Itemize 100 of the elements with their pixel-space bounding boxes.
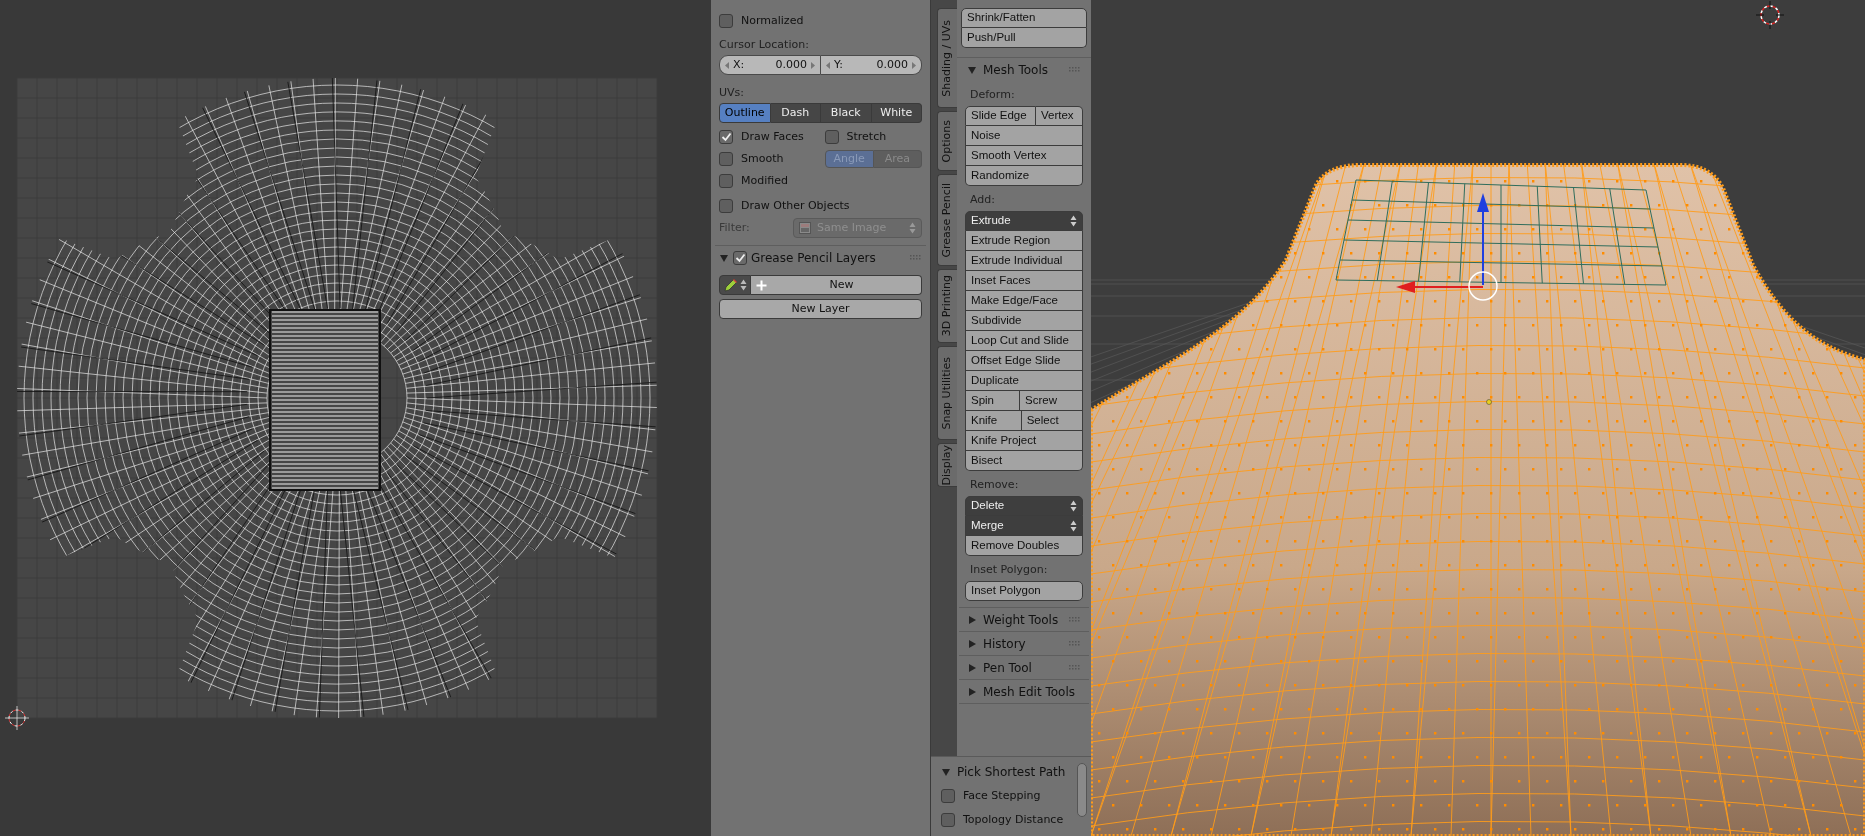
field-value: 0.000	[774, 56, 807, 73]
tool-button[interactable]: Spin	[965, 391, 1021, 411]
uv-display-option[interactable]: White	[871, 103, 922, 123]
tool-button[interactable]: Make Edge/Face	[965, 291, 1083, 311]
sidebar-tab[interactable]: 3D Printing	[937, 269, 957, 343]
checkbox-label: Draw Other Objects	[741, 197, 850, 214]
right-arrow-icon	[912, 61, 916, 69]
checkbox-label: Draw Faces	[741, 128, 804, 145]
dropdown-button[interactable]: Delete	[965, 496, 1083, 516]
left-arrow-icon	[826, 61, 830, 69]
tool-button[interactable]: Remove Doubles	[965, 536, 1083, 556]
pencil-icon	[723, 278, 738, 292]
expand-triangle-icon[interactable]	[967, 614, 977, 625]
collapse-triangle-icon[interactable]	[967, 64, 977, 75]
checkbox[interactable]	[719, 14, 733, 28]
tool-button[interactable]: Randomize	[965, 166, 1083, 186]
collapse-triangle-icon[interactable]	[719, 253, 729, 263]
tool-button[interactable]: Push/Pull	[961, 28, 1087, 48]
checkbox-label: Normalized	[741, 12, 804, 29]
tool-button[interactable]: Shrink/Fatten	[961, 8, 1087, 28]
checkbox[interactable]	[719, 130, 733, 144]
checkbox[interactable]	[941, 813, 955, 827]
section-label: Cursor Location:	[719, 37, 810, 53]
tool-button[interactable]: Extrude Region	[965, 231, 1083, 251]
tool-button[interactable]: Subdivide	[965, 311, 1083, 331]
panel-title: History	[983, 635, 1027, 653]
number-field[interactable]: X: 0.000	[719, 55, 821, 75]
checkbox[interactable]	[941, 789, 955, 803]
drag-handle-icon	[910, 255, 922, 261]
left-arrow-icon	[725, 61, 729, 69]
drag-handle-icon	[1069, 616, 1081, 623]
number-field[interactable]: Y: 0.000	[821, 55, 922, 75]
sidebar-tab[interactable]: Display	[937, 443, 957, 487]
uv-display-option[interactable]: Dash	[770, 103, 821, 123]
panel-title: Pick Shortest Path	[957, 764, 1066, 781]
new-layer-button[interactable]: New Layer	[719, 299, 922, 319]
section-label: Deform:	[969, 87, 1016, 103]
checkbox[interactable]	[719, 199, 733, 213]
checkbox-label: Smooth	[741, 150, 784, 167]
tool-button[interactable]: Knife Project	[965, 431, 1083, 451]
dropdown-button[interactable]: Extrude	[965, 211, 1083, 231]
tool-button[interactable]: Knife	[965, 411, 1022, 431]
sidebar-tab[interactable]: Snap Utilities	[937, 346, 957, 440]
checkbox-label: Modified	[741, 172, 788, 189]
checkbox[interactable]	[719, 152, 733, 166]
expand-triangle-icon[interactable]	[967, 662, 977, 673]
tool-button[interactable]: Slide Edge	[965, 106, 1036, 126]
tool-button[interactable]: Extrude Individual	[965, 251, 1083, 271]
tool-button[interactable]: Select	[1021, 411, 1083, 431]
tool-button[interactable]: Smooth Vertex	[965, 146, 1083, 166]
checkbox-label: Face Stepping	[963, 787, 1041, 804]
section-label: Remove:	[969, 477, 1020, 493]
expand-triangle-icon[interactable]	[967, 638, 977, 649]
panel-title: Mesh Tools	[983, 61, 1049, 79]
section-label: Inset Polygon:	[969, 562, 1049, 578]
up-down-arrows-icon	[909, 222, 916, 234]
panel-title: Pen Tool	[983, 659, 1033, 677]
pencil-dropdown[interactable]	[719, 275, 751, 295]
up-down-arrows-icon	[1070, 215, 1077, 227]
3d-cursor-icon	[1755, 0, 1785, 30]
panel-title: Grease Pencil Layers	[751, 250, 877, 267]
collapse-triangle-icon[interactable]	[941, 767, 951, 777]
section-label: UVs:	[719, 85, 745, 101]
uv-display-option[interactable]: Outline	[719, 103, 771, 123]
checkbox[interactable]	[719, 174, 733, 188]
image-icon	[799, 222, 811, 234]
drag-handle-icon	[1069, 640, 1081, 647]
tool-button[interactable]: Loop Cut and Slide	[965, 331, 1083, 351]
checkbox[interactable]	[824, 130, 839, 144]
field-label: X:	[733, 56, 745, 73]
sidebar-tab[interactable]: Options	[937, 111, 957, 171]
drag-handle-icon	[1069, 66, 1081, 73]
2d-cursor-icon	[4, 705, 30, 731]
section-label: Add:	[969, 192, 996, 208]
up-down-arrows-icon	[1070, 500, 1077, 512]
field-label: Filter:	[719, 219, 751, 236]
tool-button[interactable]: Inset Polygon	[965, 581, 1083, 601]
up-down-arrows-icon	[739, 279, 747, 291]
panel-title: Weight Tools	[983, 611, 1060, 629]
sidebar-tab[interactable]: Shading / UVs	[937, 8, 957, 108]
sidebar-tab[interactable]: Grease Pencil	[937, 174, 957, 266]
tool-button[interactable]: Offset Edge Slide	[965, 351, 1083, 371]
tool-button[interactable]: Vertex	[1036, 106, 1083, 126]
tool-button[interactable]: Noise	[965, 126, 1083, 146]
up-down-arrows-icon	[1070, 519, 1077, 532]
tool-button[interactable]: Duplicate	[965, 371, 1083, 391]
field-value: 0.000	[875, 56, 908, 73]
checkbox[interactable]	[733, 251, 747, 265]
scrollbar-thumb[interactable]	[1077, 763, 1087, 817]
expand-triangle-icon[interactable]	[967, 686, 977, 697]
uv-display-option[interactable]: Black	[821, 103, 872, 123]
plus-icon	[756, 279, 767, 291]
tool-button[interactable]: Screw	[1020, 391, 1083, 411]
dropdown-button[interactable]: Merge	[965, 516, 1083, 536]
tool-button[interactable]: Inset Faces	[965, 271, 1083, 291]
field-label: Y:	[834, 56, 843, 73]
checkbox-label: Stretch	[846, 128, 887, 145]
new-button[interactable]: New	[751, 275, 922, 295]
tool-button[interactable]: Bisect	[965, 451, 1083, 471]
drag-handle-icon	[1069, 664, 1081, 671]
